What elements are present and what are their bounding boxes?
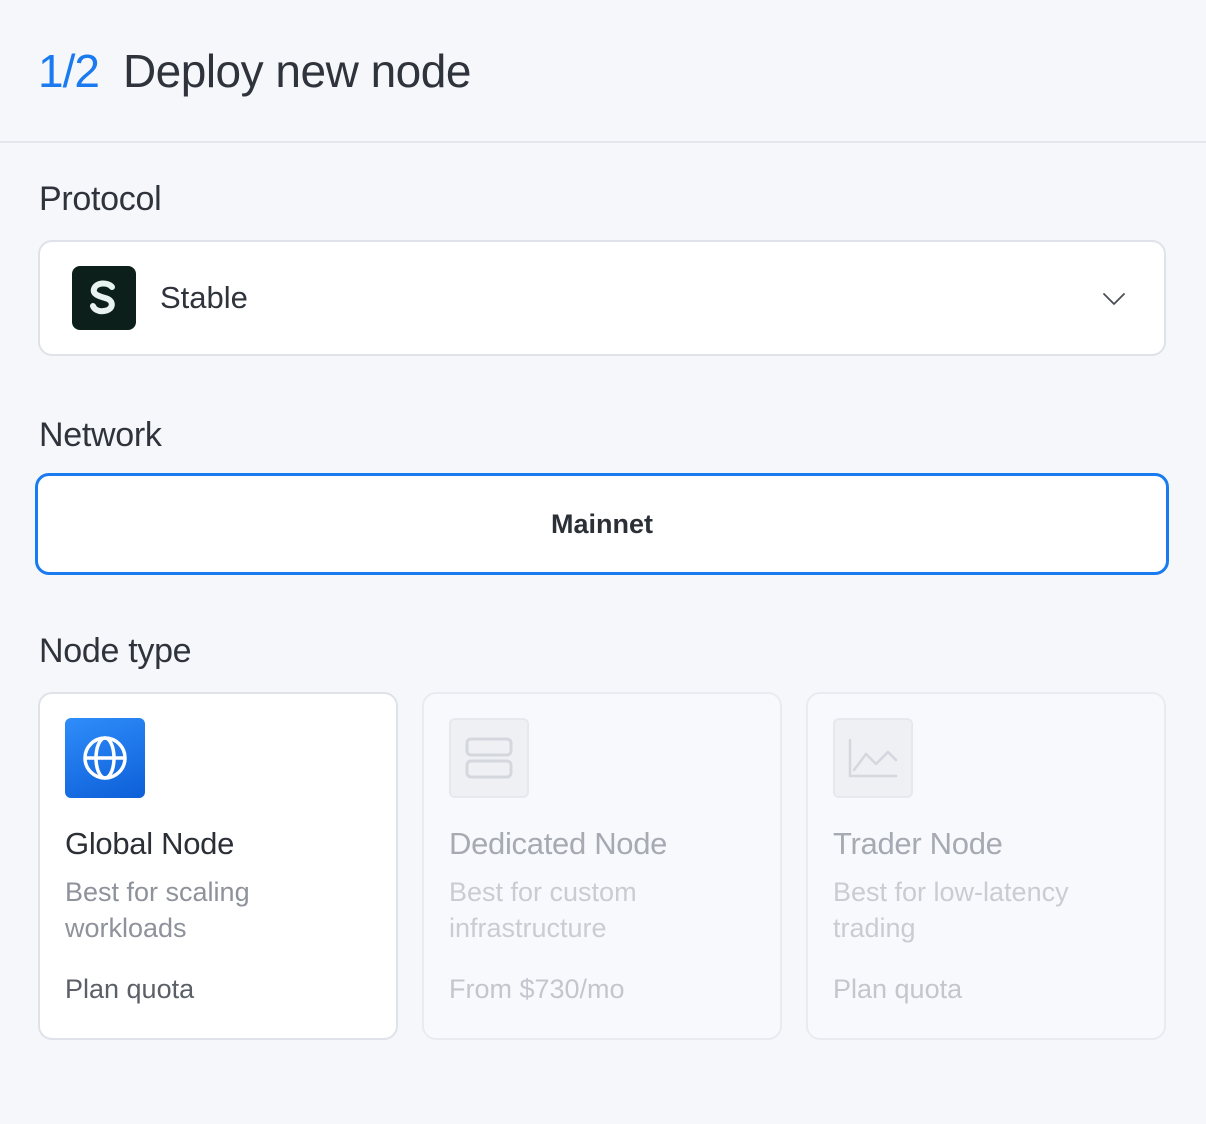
protocol-label: Protocol bbox=[39, 180, 162, 218]
node-card-title: Trader Node bbox=[833, 826, 1003, 861]
node-card-description: Best for custom infrastructure bbox=[449, 877, 637, 943]
node-card-price: Plan quota bbox=[65, 974, 195, 1004]
protocol-select[interactable]: Stable bbox=[38, 240, 1166, 356]
chart-icon bbox=[833, 718, 913, 798]
node-card-trader[interactable]: Trader Node Best for low-latency trading… bbox=[806, 692, 1166, 1040]
protocol-selected-value: Stable bbox=[160, 280, 248, 315]
step-indicator: 1/2 bbox=[38, 44, 100, 97]
node-card-description: Best for scaling workloads bbox=[65, 877, 250, 943]
node-card-global[interactable]: Global Node Best for scaling workloads P… bbox=[38, 692, 398, 1040]
node-card-title: Dedicated Node bbox=[449, 826, 668, 861]
node-type-label: Node type bbox=[39, 632, 192, 670]
globe-icon bbox=[65, 718, 145, 798]
node-card-price: From $730/mo bbox=[449, 974, 625, 1004]
server-icon bbox=[449, 718, 529, 798]
node-card-dedicated[interactable]: Dedicated Node Best for custom infrastru… bbox=[422, 692, 782, 1040]
page-title: Deploy new node bbox=[122, 44, 471, 97]
stable-logo-icon bbox=[72, 266, 136, 330]
network-label: Network bbox=[39, 416, 162, 454]
node-card-description: Best for low-latency trading bbox=[833, 877, 1069, 943]
node-card-title: Global Node bbox=[65, 826, 235, 861]
network-option-mainnet[interactable]: Mainnet bbox=[35, 473, 1169, 575]
page-header: 1/2 Deploy new node bbox=[0, 0, 1206, 143]
chevron-down-icon bbox=[1103, 293, 1125, 305]
node-card-price: Plan quota bbox=[833, 974, 963, 1004]
